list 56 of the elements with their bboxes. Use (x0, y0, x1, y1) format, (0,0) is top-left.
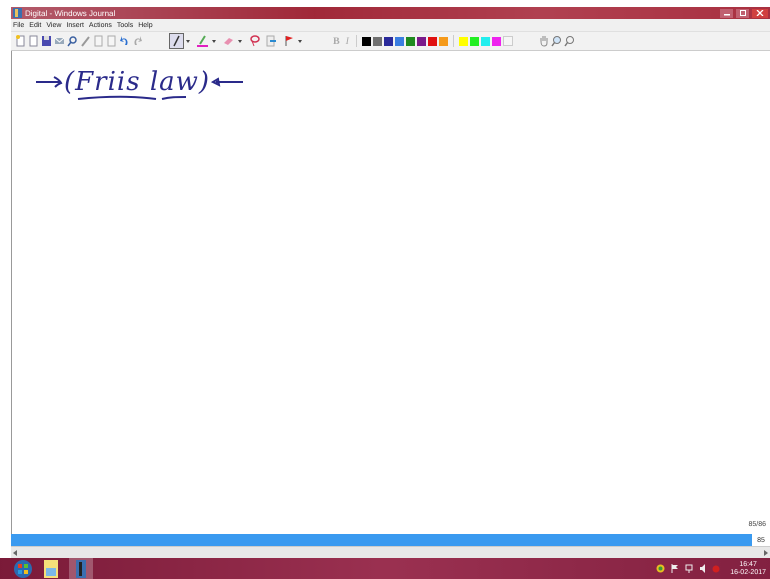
dropdown-icon[interactable] (186, 40, 190, 42)
color-swatch[interactable] (492, 36, 502, 46)
pen-icon[interactable] (80, 35, 91, 47)
eraser-icon (223, 35, 234, 47)
journal-icon (13, 8, 22, 18)
taskbar-app[interactable] (69, 558, 93, 579)
pen-tool[interactable] (169, 33, 184, 49)
maximize-button[interactable] (736, 8, 749, 18)
lasso-icon (249, 35, 260, 47)
zoom-in-icon[interactable] (551, 35, 562, 47)
color-swatch[interactable] (503, 36, 514, 46)
minimize-button[interactable] (720, 8, 733, 18)
insert-space-tool[interactable] (264, 33, 279, 49)
new-page-icon[interactable] (15, 35, 26, 47)
speaker-icon[interactable] (700, 564, 706, 573)
insert-space-icon (266, 35, 277, 47)
color-swatch[interactable] (395, 36, 404, 46)
scroll-left-icon[interactable] (13, 550, 18, 556)
color-swatch[interactable] (406, 36, 416, 46)
close-button[interactable] (752, 8, 768, 18)
arrow-drawing (34, 75, 64, 89)
flag-icon (283, 35, 294, 47)
color-swatch[interactable] (428, 36, 438, 46)
zoom-out-icon[interactable] (564, 35, 576, 47)
color-swatch[interactable] (417, 36, 426, 46)
highlighter-icon (197, 35, 208, 47)
save-icon[interactable] (41, 35, 52, 47)
horizontal-scrollbar[interactable] (11, 546, 770, 558)
color-swatch[interactable] (362, 36, 372, 46)
color-swatch[interactable] (481, 36, 490, 46)
highlighter-tool[interactable] (195, 33, 210, 49)
color-swatch[interactable] (373, 36, 382, 46)
dropdown-icon[interactable] (212, 40, 216, 42)
notes-icon (44, 560, 58, 578)
start-button[interactable] (13, 558, 33, 578)
flag-icon[interactable] (671, 564, 680, 573)
maximize-icon (738, 10, 746, 16)
journal-icon (74, 560, 88, 578)
window-title: Digital - Windows Journal (25, 8, 116, 18)
color-swatch[interactable] (459, 36, 468, 46)
page-icon[interactable] (28, 35, 39, 47)
dropdown-icon[interactable] (298, 40, 302, 42)
search-icon[interactable] (67, 35, 78, 47)
color-swatch[interactable] (470, 36, 480, 46)
tray-icon[interactable] (656, 564, 666, 573)
network-icon[interactable] (685, 564, 694, 573)
undo-icon[interactable] (119, 35, 130, 47)
close-icon (756, 10, 764, 16)
handwritten-title: (Friis law) (64, 67, 210, 97)
color-swatch[interactable] (439, 36, 448, 46)
hand-icon[interactable] (539, 35, 550, 47)
arrow-drawing (210, 75, 244, 89)
dropdown-icon[interactable] (238, 40, 242, 42)
scroll-right-icon[interactable] (763, 550, 768, 556)
color-swatch[interactable] (384, 36, 394, 46)
pen-icon (171, 35, 182, 47)
